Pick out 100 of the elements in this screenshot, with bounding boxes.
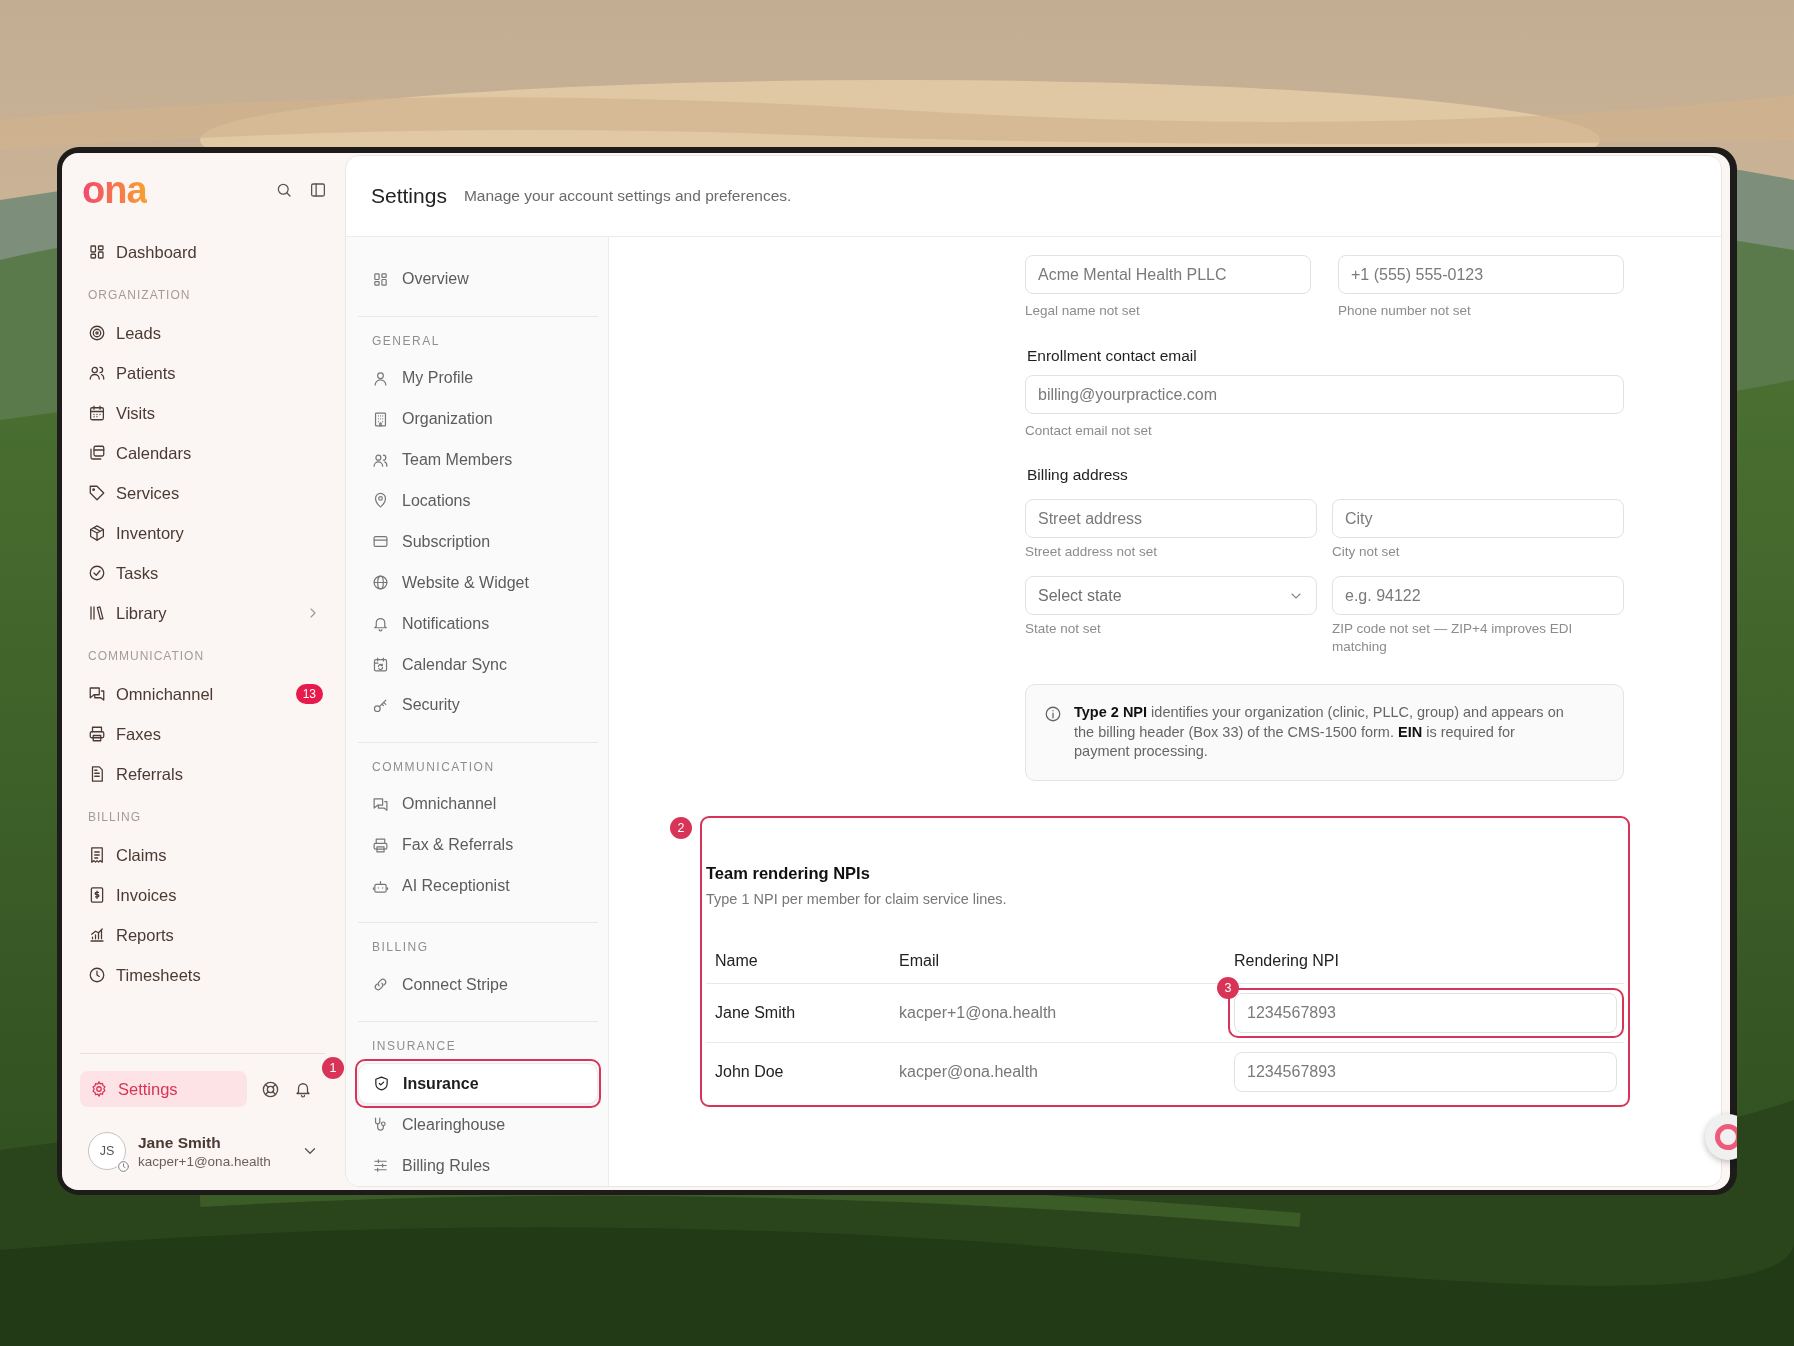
input-field[interactable]: +1 (555) 555-0123 [1338, 255, 1624, 294]
user-email: kacper+1@ona.health [138, 1153, 272, 1169]
settings-nav-item[interactable]: Team Members [358, 439, 598, 481]
sidebar-toggle-icon[interactable] [309, 181, 327, 199]
field-hint: Street address not set [1025, 543, 1159, 561]
field-label: Billing address [1027, 466, 1129, 484]
input-field[interactable]: billing@yourpractice.com [1025, 375, 1624, 414]
grid-icon [372, 270, 389, 288]
chat-bubbles-icon [88, 685, 106, 703]
sidebar-item[interactable]: Tasks [78, 555, 327, 591]
column-header: Rendering NPI [1233, 951, 1340, 970]
receipt-icon [88, 846, 106, 864]
sliders-icon [372, 1157, 389, 1175]
annotation-badge: 2 [670, 816, 692, 839]
building-icon [372, 410, 389, 428]
sidebar-item[interactable]: Services [78, 475, 327, 511]
page-title: Settings [371, 184, 447, 208]
settings-nav-item[interactable]: Connect Stripe [358, 964, 598, 1006]
section-heading: BILLING [371, 939, 430, 957]
settings-nav-item[interactable]: AI Receptionist [358, 865, 598, 907]
settings-nav-item[interactable]: Organization [358, 398, 598, 440]
table-cell-text: Jane Smith [714, 1003, 797, 1022]
section-title: Team rendering NPIs [706, 862, 871, 884]
column-header: Name [714, 951, 759, 970]
sidebar-item[interactable]: Referrals [78, 756, 327, 792]
target-icon [88, 324, 106, 342]
people-icon [88, 364, 106, 382]
table-cell-text: kacper@ona.health [898, 1062, 1039, 1081]
section-heading: ORGANIZATION [87, 287, 192, 304]
page-subtitle: Manage your account settings and preferences. [463, 187, 792, 205]
shield-check-icon [373, 1075, 390, 1093]
settings-item[interactable]: Settings [80, 1071, 247, 1107]
sidebar-item[interactable]: Invoices [78, 877, 327, 913]
input-field[interactable]: e.g. 94122 [1332, 576, 1624, 615]
settings-nav-item[interactable]: My Profile [358, 357, 598, 399]
field-label: Enrollment contact email [1027, 347, 1198, 365]
settings-nav-item[interactable]: Website & Widget [358, 562, 598, 604]
sidebar-item[interactable]: Timesheets [78, 957, 327, 993]
search-icon[interactable] [275, 181, 293, 199]
clock-icon [88, 966, 106, 984]
sidebar-item[interactable]: Omnichannel [78, 676, 296, 712]
npi-field[interactable]: 1234567893 [1234, 992, 1617, 1033]
annotation-badge: 3 [1217, 976, 1239, 999]
lifebuoy-icon[interactable] [261, 1079, 280, 1099]
settings-nav-item[interactable]: Locations [358, 480, 598, 522]
input-field[interactable]: Acme Mental Health PLLC [1025, 255, 1311, 294]
settings-nav-item[interactable]: Insurance [358, 1063, 598, 1105]
calendar-sync-icon [372, 656, 389, 673]
section-heading: COMMUNICATION [371, 758, 496, 776]
section-heading: BILLING [87, 809, 143, 826]
sidebar-item[interactable]: Claims [78, 837, 327, 873]
settings-nav-item[interactable]: Notifications [358, 603, 598, 645]
stacked-calendar-icon [88, 444, 106, 462]
column-header: Email [898, 951, 940, 970]
sidebar-item[interactable]: Inventory [78, 515, 327, 551]
info-text: Type 2 NPI identifies your organization (clinic, PLLC, group) and appears on the billing header (Box 33) of the CMS-1500 form. EIN is required for payment processing. [1074, 703, 1565, 761]
cube-icon [88, 524, 106, 542]
bell-icon [372, 615, 389, 633]
table-cell-text: John Doe [714, 1062, 785, 1081]
settings-nav-item[interactable]: Clearinghouse [358, 1104, 598, 1146]
field-hint: Legal name not set [1025, 302, 1141, 320]
sidebar-item[interactable]: Leads [78, 315, 327, 351]
input-field[interactable]: Street address [1025, 499, 1317, 538]
settings-nav-item[interactable]: Overview [358, 259, 598, 300]
user-avatar[interactable]: JS [88, 1132, 126, 1170]
clock-icon [117, 1160, 130, 1173]
settings-nav-item[interactable]: Security [358, 684, 598, 726]
npi-field[interactable]: 1234567893 [1234, 1051, 1617, 1092]
input-field[interactable]: City [1332, 499, 1624, 538]
sidebar-item[interactable]: Visits [78, 395, 327, 431]
sidebar-item[interactable]: Faxes [78, 716, 327, 752]
table-cell-text: kacper+1@ona.health [898, 1003, 1058, 1022]
bar-chart-icon [88, 926, 106, 944]
field-hint: City not set [1332, 543, 1401, 561]
field-hint: Phone number not set [1338, 302, 1472, 320]
info-icon [1044, 705, 1062, 723]
field-hint: State not set [1025, 620, 1102, 638]
section-heading: GENERAL [371, 332, 441, 350]
count-badge: 13 [295, 684, 323, 704]
settings-nav-item[interactable]: Billing Rules [358, 1145, 598, 1186]
printer-icon [88, 725, 106, 743]
bell-icon[interactable] [294, 1080, 312, 1098]
settings-nav-item[interactable]: Calendar Sync [358, 644, 598, 685]
sidebar-item[interactable]: Dashboard [78, 234, 327, 270]
field-hint: ZIP code not set — ZIP+4 improves EDI matching [1332, 620, 1574, 656]
field-hint: Contact email not set [1025, 422, 1153, 440]
person-icon [372, 369, 389, 387]
state-dropdown[interactable]: Select state [1025, 576, 1317, 615]
sidebar-item[interactable]: Library [78, 595, 305, 631]
map-pin-icon [372, 492, 389, 510]
sidebar-item[interactable]: Reports [78, 917, 327, 953]
books-icon [88, 604, 106, 622]
settings-nav-item[interactable]: Subscription [358, 521, 598, 563]
sidebar-item[interactable]: Patients [78, 355, 327, 391]
sidebar-item[interactable]: Calendars [78, 435, 327, 471]
settings-nav-item[interactable]: Fax & Referrals [358, 824, 598, 866]
globe-icon [372, 574, 389, 592]
annotation-badge: 1 [322, 1057, 344, 1080]
settings-nav-item[interactable]: Omnichannel [358, 783, 598, 825]
chat-bubbles-icon [372, 795, 389, 813]
